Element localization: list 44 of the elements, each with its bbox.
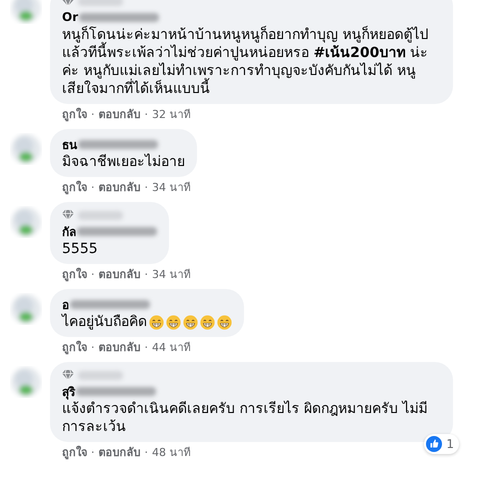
like-link[interactable]: ถูกใจ [62, 267, 87, 282]
like-link[interactable]: ถูกใจ [62, 445, 87, 460]
reply-link[interactable]: ตอบกลับ [98, 445, 140, 460]
separator-dot: · [91, 445, 94, 460]
blurred-badge [78, 210, 123, 220]
separator-dot: · [144, 107, 148, 122]
separator-dot: · [144, 180, 148, 195]
comment-text: มิจฉาชีพเยอะไม่อาย [62, 153, 185, 171]
thumbs-up-icon [426, 436, 442, 452]
separator-dot: · [144, 445, 148, 460]
comment-time: 34 นาที [152, 180, 190, 195]
comment-time: 34 นาที [152, 267, 190, 282]
reply-link[interactable]: ตอบกลับ [98, 107, 140, 122]
comment-text: แจ้งตำรวจดำเนินคดีเลยครับ การเรียไร ผิดกฎหมายครับ ไม่มีการละเว้น [62, 400, 428, 436]
separator-dot: · [91, 340, 94, 355]
separator-dot: · [91, 267, 94, 282]
commenter-name[interactable]: อ [62, 294, 69, 314]
comment-time: 32 นาที [152, 107, 190, 122]
comment-time: 44 นาที [152, 340, 190, 355]
grin-emoji-icon [200, 314, 215, 330]
grin-emoji-icon [166, 314, 181, 330]
separator-dot: · [91, 107, 94, 122]
commenter-name[interactable]: กัล [62, 222, 76, 240]
grin-emoji-icon [217, 314, 232, 330]
like-link[interactable]: ถูกใจ [62, 180, 87, 195]
commenter-name[interactable]: Or [62, 10, 78, 24]
reaction-count[interactable]: 1 [424, 434, 459, 454]
blurred-badge [78, 370, 123, 380]
comment-time: 48 นาที [152, 445, 190, 460]
commenter-name[interactable]: ธน [62, 134, 77, 154]
separator-dot: · [91, 180, 94, 195]
like-link[interactable]: ถูกใจ [62, 107, 87, 122]
reply-link[interactable]: ตอบกลับ [98, 340, 140, 355]
separator-dot: · [144, 340, 148, 355]
commenter-name[interactable]: สุริ [62, 382, 75, 400]
comment-text: หนูก็โดนน่ะค่ะมาหน้าบ้านหนูหนูก็อยากทำบุญ หนูก็หยอดตู้ไป แล้วทีนี้พระเพ้ลว่าไม่ช่วยค่าปูนหน่อยหรอ #เน้น200บาท น่ะค่ะ หนูกับแม่เลยไม่ทำเพราะการทำบุญจะบังคับกันไม่ได้ หนูเสียใจมากที่ได้เห็นแบบนี้ [62, 26, 430, 98]
grin-emoji-icon [149, 314, 164, 330]
grin-emoji-icon [183, 314, 198, 330]
reply-link[interactable]: ตอบกลับ [98, 180, 140, 195]
separator-dot: · [144, 267, 148, 282]
like-link[interactable]: ถูกใจ [62, 340, 87, 355]
comment-text: 5555 [62, 240, 98, 258]
reply-link[interactable]: ตอบกลับ [98, 267, 140, 282]
comment-text: ไคอยู่นับถือคิด [62, 313, 147, 331]
